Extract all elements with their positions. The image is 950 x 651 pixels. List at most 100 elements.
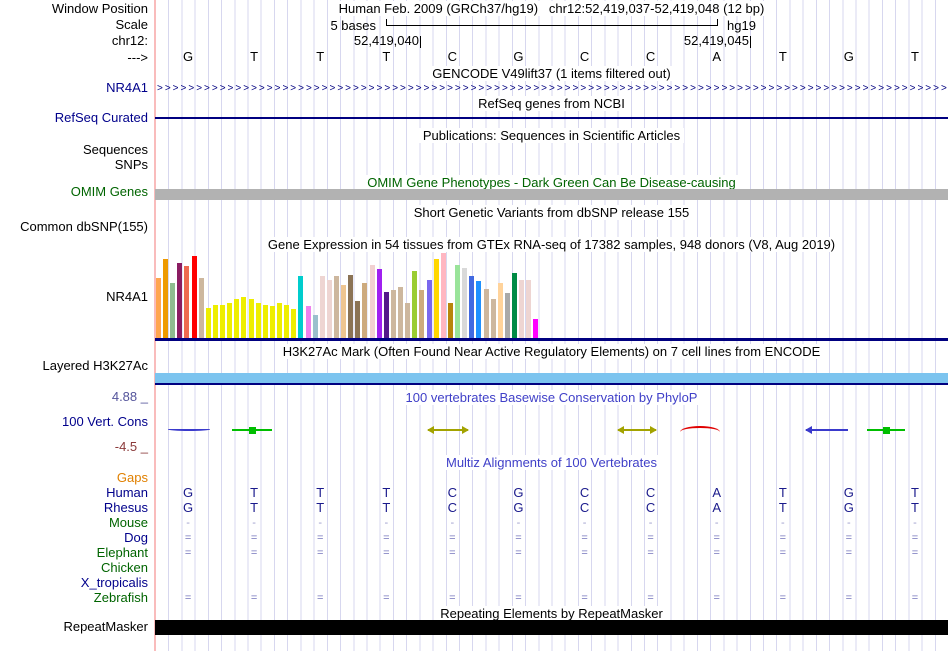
gtex-tissue-bar[interactable] bbox=[198, 278, 204, 338]
gtex-tissue-bar[interactable] bbox=[255, 302, 261, 338]
gtex-tissue-bar[interactable] bbox=[533, 318, 539, 338]
gtex-tissue-bar[interactable] bbox=[383, 292, 389, 338]
gtex-tissue-bar[interactable] bbox=[469, 276, 475, 338]
gtex-expression-bar-chart[interactable] bbox=[156, 250, 948, 338]
gtex-tissue-bar[interactable] bbox=[170, 283, 176, 338]
conservation-mark-line-square[interactable] bbox=[232, 426, 272, 434]
gtex-tissue-bar[interactable] bbox=[455, 264, 461, 338]
gtex-tissue-bar[interactable] bbox=[512, 272, 517, 338]
reference-base: C bbox=[447, 49, 458, 64]
gtex-tissue-bar[interactable] bbox=[227, 302, 233, 338]
multiz-row-chicken[interactable] bbox=[155, 561, 948, 575]
multiz-species-label-gaps[interactable]: Gaps bbox=[0, 471, 148, 484]
gtex-tissue-bar[interactable] bbox=[376, 269, 382, 338]
multiz-species-label-chicken[interactable]: Chicken bbox=[0, 561, 148, 574]
gtex-tissue-bar[interactable] bbox=[348, 274, 354, 338]
gtex-tissue-bar[interactable] bbox=[220, 305, 226, 338]
gtex-tissue-bar[interactable] bbox=[440, 252, 446, 338]
layered-h3k27ac-label[interactable]: Layered H3K27Ac bbox=[0, 359, 148, 372]
conservation-mark-left-arrow[interactable] bbox=[805, 426, 848, 434]
track-display-area[interactable]: Human Feb. 2009 (GRCh37/hg19) chr12:52,4… bbox=[154, 0, 948, 651]
gtex-tissue-bar[interactable] bbox=[241, 296, 247, 338]
alignment-cell: = bbox=[250, 532, 258, 544]
multiz-row-rhesus[interactable]: GTTTCGCCATGT bbox=[155, 501, 948, 515]
gtex-tissue-bar[interactable] bbox=[390, 289, 396, 338]
reference-base: C bbox=[579, 49, 590, 64]
gtex-tissue-bar[interactable] bbox=[184, 265, 190, 338]
gtex-tissue-bar[interactable] bbox=[341, 285, 347, 338]
gtex-tissue-bar[interactable] bbox=[163, 258, 169, 338]
omim-genes-label[interactable]: OMIM Genes bbox=[0, 185, 148, 198]
gencode-gene-body[interactable]: >>>>>>>>>>>>>>>>>>>>>>>>>>>>>>>>>>>>>>>>… bbox=[157, 83, 948, 94]
gtex-tissue-bar[interactable] bbox=[191, 256, 197, 338]
gtex-tissue-bar[interactable] bbox=[305, 306, 311, 338]
gtex-tissue-bar[interactable] bbox=[319, 276, 325, 338]
multiz-species-label-zebrafish[interactable]: Zebrafish bbox=[0, 591, 148, 604]
conservation-mark-wave[interactable] bbox=[168, 426, 210, 434]
gtex-tissue-bar[interactable] bbox=[156, 278, 161, 338]
gtex-tissue-bar[interactable] bbox=[405, 302, 411, 338]
multiz-species-label-dog[interactable]: Dog bbox=[0, 531, 148, 544]
multiz-row-elephant[interactable]: = = = = = = = = = = = = bbox=[155, 546, 948, 560]
gtex-tissue-bar[interactable] bbox=[277, 302, 283, 338]
mark-part bbox=[680, 426, 720, 432]
gtex-tissue-bar[interactable] bbox=[447, 302, 453, 338]
gtex-tissue-bar[interactable] bbox=[398, 286, 404, 338]
conservation-mark-line-square[interactable] bbox=[867, 426, 905, 434]
omim-gene-bar[interactable] bbox=[155, 189, 948, 200]
refseq-curated-label[interactable]: RefSeq Curated bbox=[0, 111, 148, 124]
gtex-tissue-bar[interactable] bbox=[433, 258, 439, 338]
conservation-mark-double-arrow[interactable] bbox=[427, 426, 469, 434]
conservation-track-label[interactable]: 100 Vert. Cons bbox=[0, 415, 148, 428]
gtex-tissue-bar[interactable] bbox=[284, 304, 290, 338]
multiz-species-label-x_tropicalis[interactable]: X_tropicalis bbox=[0, 576, 148, 589]
alignment-cell: = bbox=[383, 532, 390, 544]
gtex-baseline bbox=[155, 338, 948, 341]
gtex-tissue-bar[interactable] bbox=[248, 299, 254, 338]
gtex-tissue-bar[interactable] bbox=[262, 304, 268, 338]
gtex-tissue-bar[interactable] bbox=[483, 288, 489, 338]
gtex-tissue-bar[interactable] bbox=[362, 283, 368, 338]
conservation-mark-double-arrow[interactable] bbox=[617, 426, 657, 434]
gtex-tissue-bar[interactable] bbox=[412, 271, 418, 338]
repeatmasker-element-bar[interactable] bbox=[155, 620, 948, 635]
gtex-tissue-bar[interactable] bbox=[212, 305, 218, 338]
multiz-row-human[interactable]: GTTTCGCCATGT bbox=[155, 486, 948, 500]
gtex-tissue-bar[interactable] bbox=[312, 315, 318, 338]
multiz-row-dog[interactable]: = = = = = = = = = = = = bbox=[155, 531, 948, 545]
gtex-tissue-bar[interactable] bbox=[490, 299, 496, 338]
gtex-tissue-bar[interactable] bbox=[355, 301, 361, 338]
gtex-tissue-bar[interactable] bbox=[462, 268, 468, 338]
gtex-tissue-bar[interactable] bbox=[526, 279, 532, 338]
multiz-row-mouse[interactable]: ------------ bbox=[155, 516, 948, 530]
gtex-tissue-bar[interactable] bbox=[177, 263, 183, 338]
multiz-species-label-elephant[interactable]: Elephant bbox=[0, 546, 148, 559]
gtex-gene-label[interactable]: NR4A1 bbox=[0, 290, 148, 303]
multiz-row-gaps[interactable] bbox=[155, 471, 948, 485]
multiz-species-label-human[interactable]: Human bbox=[0, 486, 148, 499]
h3k27ac-signal-bar[interactable] bbox=[155, 373, 948, 383]
repeatmasker-label[interactable]: RepeatMasker bbox=[0, 620, 148, 633]
refseq-gene-line[interactable] bbox=[155, 117, 948, 119]
gtex-tissue-bar[interactable] bbox=[291, 308, 297, 338]
gtex-tissue-bar[interactable] bbox=[205, 308, 211, 338]
gtex-tissue-bar[interactable] bbox=[497, 283, 503, 338]
gtex-tissue-bar[interactable] bbox=[269, 306, 275, 338]
multiz-row-x_tropicalis[interactable] bbox=[155, 576, 948, 590]
gtex-tissue-bar[interactable] bbox=[234, 299, 240, 338]
conservation-mark-hump[interactable] bbox=[680, 426, 720, 434]
gtex-tissue-bar[interactable] bbox=[476, 280, 482, 338]
gtex-tissue-bar[interactable] bbox=[519, 279, 525, 338]
gtex-tissue-bar[interactable] bbox=[426, 279, 432, 338]
gencode-gene-label[interactable]: NR4A1 bbox=[0, 81, 148, 94]
gtex-tissue-bar[interactable] bbox=[298, 276, 304, 338]
multiz-row-zebrafish[interactable]: = = = = = = = = = = = = bbox=[155, 591, 948, 605]
multiz-species-label-rhesus[interactable]: Rhesus bbox=[0, 501, 148, 514]
gtex-tissue-bar[interactable] bbox=[334, 276, 339, 338]
gtex-tissue-bar[interactable] bbox=[419, 289, 425, 338]
multiz-species-label-mouse[interactable]: Mouse bbox=[0, 516, 148, 529]
alignment-cell: = bbox=[449, 547, 456, 559]
gtex-tissue-bar[interactable] bbox=[504, 293, 510, 338]
gtex-tissue-bar[interactable] bbox=[369, 264, 375, 338]
gtex-tissue-bar[interactable] bbox=[326, 279, 332, 338]
